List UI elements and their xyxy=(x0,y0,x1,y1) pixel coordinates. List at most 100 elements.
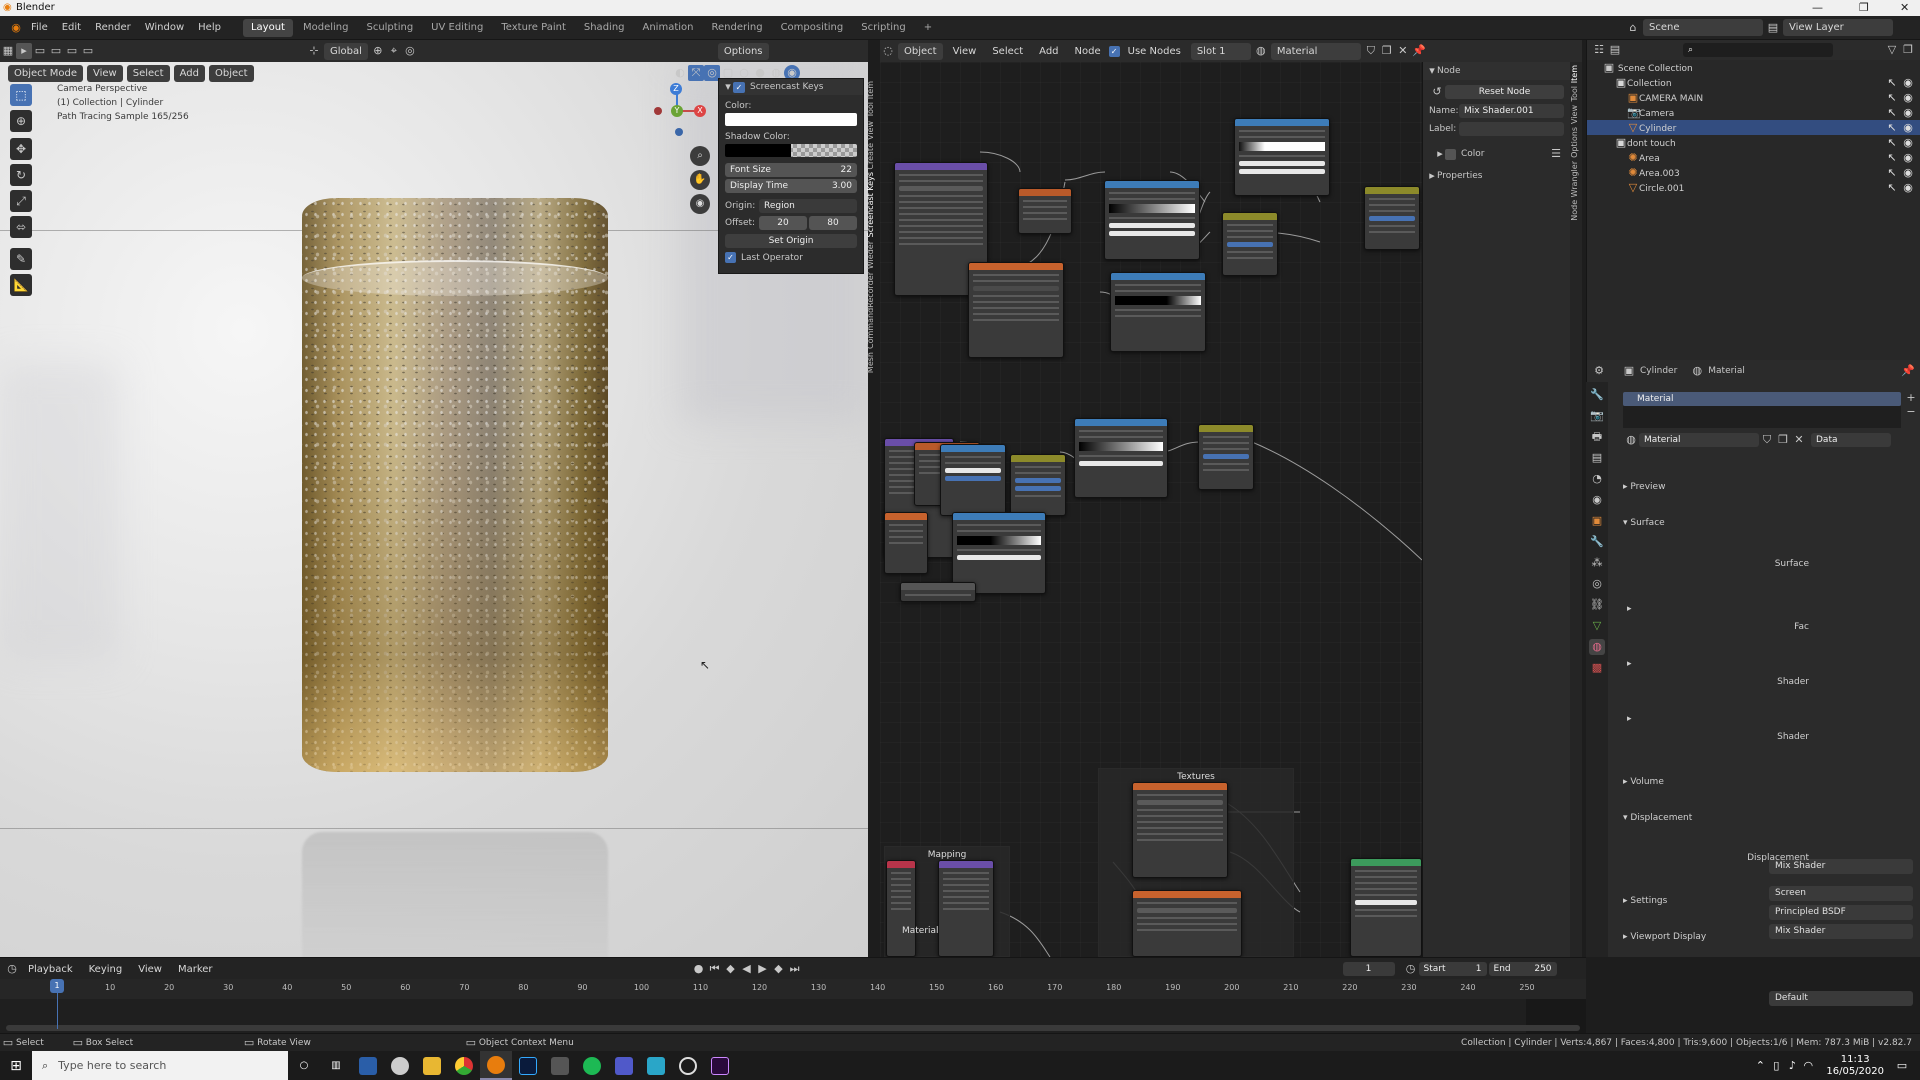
offset-x-field[interactable]: 20 xyxy=(759,216,807,230)
scene-props-icon[interactable]: ◔ xyxy=(1589,471,1605,487)
eye-icon[interactable]: ◉ xyxy=(1900,90,1916,106)
node-mix-b[interactable] xyxy=(940,444,1006,516)
app-tool-icon[interactable] xyxy=(640,1051,672,1080)
node-editor-type-icon[interactable]: ◌ xyxy=(880,43,896,59)
play-icon[interactable]: ▶ xyxy=(755,961,771,977)
outliner-row[interactable]: ▽ Circle.001 ↖ ◉ xyxy=(1587,180,1920,195)
tray-date[interactable]: 16/05/2020 xyxy=(1826,1066,1884,1078)
constraints-props-icon[interactable]: ⛓ xyxy=(1589,597,1605,613)
node-color-checkbox[interactable] xyxy=(1445,148,1456,160)
physics-props-icon[interactable]: ◎ xyxy=(1589,576,1605,592)
timeline-scrollbar[interactable] xyxy=(6,1025,1580,1031)
slot-dropdown[interactable]: Slot 1 xyxy=(1190,42,1251,60)
eye-icon[interactable]: ◉ xyxy=(1900,180,1916,196)
tray-volume-icon[interactable]: ♪ xyxy=(1784,1058,1800,1074)
preview-range-icon[interactable]: ◷ xyxy=(1403,961,1419,977)
tab-commandrecorder[interactable]: CommandRecorder xyxy=(866,272,875,349)
node-tab-view[interactable]: View xyxy=(1570,105,1579,124)
blender-menu-icon[interactable]: ◉ xyxy=(8,20,24,36)
section-volume[interactable]: ▸ Volume xyxy=(1623,773,1920,791)
fake-user-props-icon[interactable]: ⛉ xyxy=(1759,432,1775,448)
app-teams-icon[interactable] xyxy=(608,1051,640,1080)
section-surface[interactable]: ▾ Surface xyxy=(1623,514,1920,532)
tab-compositing[interactable]: Compositing xyxy=(773,19,852,37)
unlink-props-icon[interactable]: ✕ xyxy=(1791,432,1807,448)
tab-tool[interactable]: Tool xyxy=(866,102,875,118)
shader2-expand-icon[interactable]: ▸ xyxy=(1627,710,1920,728)
section-settings[interactable]: ▸ Settings xyxy=(1623,892,1920,910)
tab-item[interactable]: Item xyxy=(866,81,875,99)
color-swatch[interactable] xyxy=(725,113,857,126)
add-workspace-icon[interactable]: + xyxy=(916,19,940,37)
mesh-data-props-icon[interactable]: ▽ xyxy=(1589,618,1605,634)
eye-icon[interactable]: ◉ xyxy=(1900,135,1916,151)
node-tab-tool[interactable]: Tool xyxy=(1570,86,1579,102)
end-frame-field[interactable]: End 250 xyxy=(1488,962,1557,976)
node-image-texture-a[interactable] xyxy=(968,262,1064,358)
y-axis-icon[interactable]: Y xyxy=(671,105,683,117)
node-label-field[interactable] xyxy=(1459,122,1564,136)
z-axis-icon[interactable]: Z xyxy=(670,83,682,95)
material-browse-icon[interactable]: ◍ xyxy=(1253,43,1269,59)
app-chrome-icon[interactable] xyxy=(448,1051,480,1080)
duplicate-material-icon[interactable]: ❐ xyxy=(1379,43,1395,59)
pan-hand-icon[interactable]: ✋ xyxy=(690,170,710,190)
notification-icon[interactable]: ▭ xyxy=(1894,1058,1910,1074)
timeline-menu-marker[interactable]: Marker xyxy=(172,961,219,978)
select-toggle-icon[interactable]: ↖ xyxy=(1884,180,1900,196)
node-math[interactable] xyxy=(1018,188,1072,234)
timeline-menu-view[interactable]: View xyxy=(132,961,168,978)
pin-icon[interactable]: 📌 xyxy=(1411,43,1427,59)
select-toggle-icon[interactable]: ↖ xyxy=(1884,120,1900,136)
node-small[interactable] xyxy=(900,582,976,602)
tab-rendering[interactable]: Rendering xyxy=(703,19,770,37)
menu-render[interactable]: Render xyxy=(88,16,138,40)
duplicate-props-icon[interactable]: ❐ xyxy=(1775,432,1791,448)
annotate-tool-icon[interactable]: ✎ xyxy=(10,248,32,270)
menu-window[interactable]: Window xyxy=(138,16,191,40)
view-layer-selector[interactable]: View Layer xyxy=(1783,19,1893,36)
filter-icon[interactable]: ▽ xyxy=(1884,42,1900,58)
node-tab-options[interactable]: Options xyxy=(1570,127,1579,158)
editor-type-icon[interactable]: ▦ xyxy=(0,43,16,59)
tab-create[interactable]: Create xyxy=(866,143,875,170)
node-mix-c[interactable] xyxy=(1010,454,1066,516)
node-image-b[interactable] xyxy=(884,512,928,574)
outliner-row[interactable]: ▽ Cylinder ↖ ◉ xyxy=(1587,120,1920,135)
record-icon[interactable]: ● xyxy=(691,961,707,977)
timeline-editor-icon[interactable]: ◷ xyxy=(4,961,20,977)
tray-time[interactable]: 11:13 xyxy=(1826,1054,1884,1066)
material-datablock-field[interactable]: Material xyxy=(1639,433,1759,447)
outliner-row[interactable]: ▣dont touch ↖ ◉ xyxy=(1587,135,1920,150)
camera-view-icon[interactable]: ◉ xyxy=(690,194,710,214)
timeline-ruler[interactable]: 1102030405060708090100110120130140150160… xyxy=(0,979,1586,999)
modifier-props-icon[interactable]: 🔧 xyxy=(1589,534,1605,550)
tray-wifi-icon[interactable]: ◠ xyxy=(1800,1058,1816,1074)
cortana-icon[interactable]: ○ xyxy=(288,1051,320,1080)
timeline-menu-playback[interactable]: Playback xyxy=(22,961,79,978)
new-collection-icon[interactable]: ❐ xyxy=(1900,42,1916,58)
select-box-tool-icon[interactable]: ⬚ xyxy=(10,84,32,106)
link-data-dropdown[interactable]: Data xyxy=(1811,433,1891,447)
current-frame-field[interactable]: 1 xyxy=(1342,962,1395,976)
fac-expand-icon[interactable]: ▸ xyxy=(1627,600,1920,618)
offset-y-field[interactable]: 80 xyxy=(809,216,857,230)
eye-icon[interactable]: ◉ xyxy=(1900,165,1916,181)
measure-tool-icon[interactable]: 📐 xyxy=(10,274,32,296)
node-image-texture-d[interactable] xyxy=(1132,890,1242,957)
timeline-menu-keying[interactable]: Keying xyxy=(83,961,129,978)
material-slot-item[interactable]: Material xyxy=(1623,392,1901,406)
maximize-button[interactable]: ❐ xyxy=(1859,1,1869,14)
collapse-arrow-icon[interactable]: ▾ xyxy=(723,79,733,95)
options-dropdown[interactable]: Options xyxy=(717,42,769,60)
material-browse-props-icon[interactable]: ◍ xyxy=(1623,432,1639,448)
eye-icon[interactable]: ◉ xyxy=(1900,150,1916,166)
eye-icon[interactable]: ◉ xyxy=(1900,120,1916,136)
node-mapping[interactable] xyxy=(938,860,994,957)
select-toggle-icon[interactable]: ↖ xyxy=(1884,165,1900,181)
select-toggle-icon[interactable]: ↖ xyxy=(1884,150,1900,166)
navigation-gizmo[interactable]: Z X Y xyxy=(650,80,710,140)
properties-expand-icon[interactable]: ▸ xyxy=(1427,168,1437,184)
node-panel-collapse-icon[interactable]: ▾ xyxy=(1427,63,1437,79)
remove-slot-icon[interactable]: − xyxy=(1903,404,1919,420)
